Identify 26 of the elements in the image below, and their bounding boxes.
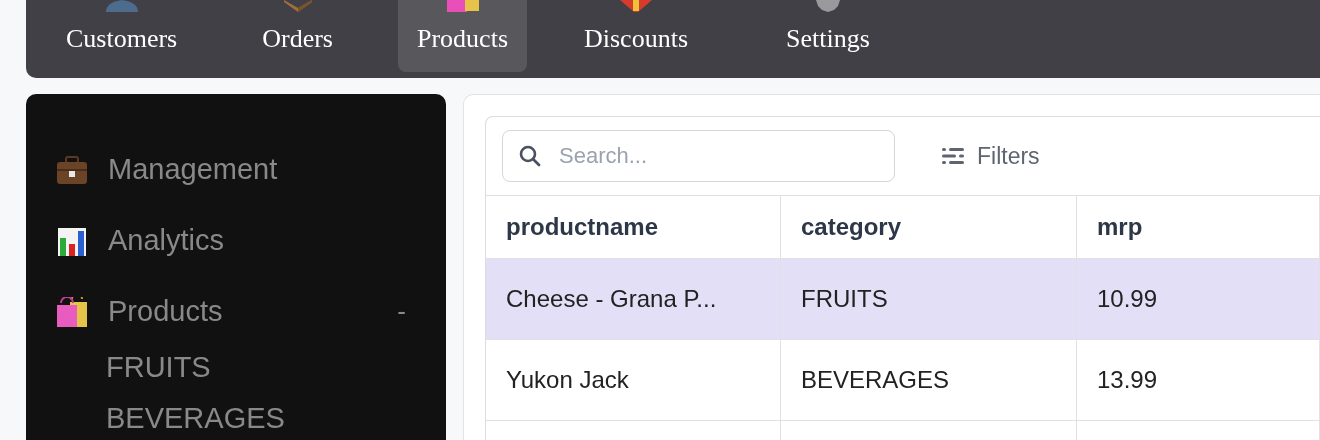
nav-tab[interactable]: Products <box>398 0 527 72</box>
table-cell: BEVERAGES <box>781 340 1077 421</box>
briefcase-icon <box>56 154 88 185</box>
sidebar-item[interactable]: Products - <box>56 276 406 347</box>
sidebar-subitem[interactable]: FRUITS <box>106 347 446 398</box>
bar-chart-icon <box>56 225 88 256</box>
sidebar-label: Management <box>108 153 278 186</box>
sidebar-item[interactable]: Management <box>56 134 406 205</box>
sidebar-subitem[interactable]: BEVERAGES <box>106 398 446 440</box>
shopping-bags-icon <box>56 296 88 327</box>
sidebar-label: Products <box>108 295 223 328</box>
table-cell: Cheese - Grana P... <box>486 259 781 340</box>
sidebar-label: Analytics <box>108 224 225 257</box>
nav-tab[interactable]: Discounts <box>565 0 707 72</box>
nav-tab[interactable]: Settings <box>767 0 889 72</box>
sidebar-item[interactable]: Analytics <box>56 205 406 276</box>
filters-button[interactable]: Filters <box>941 138 1040 174</box>
nav-tab[interactable]: Orders <box>243 0 352 72</box>
collapse-toggle[interactable]: - <box>397 296 406 327</box>
table-cell: FRUITS <box>781 259 1077 340</box>
filter-icon <box>941 146 965 166</box>
table-cell: Yukon Jack <box>486 340 781 421</box>
search-field[interactable]: Search... <box>502 130 895 182</box>
nav-tab[interactable]: Customers <box>47 0 197 72</box>
table-cell: 10.99 <box>1077 259 1320 340</box>
table-cell: 13.99 <box>1077 340 1320 421</box>
